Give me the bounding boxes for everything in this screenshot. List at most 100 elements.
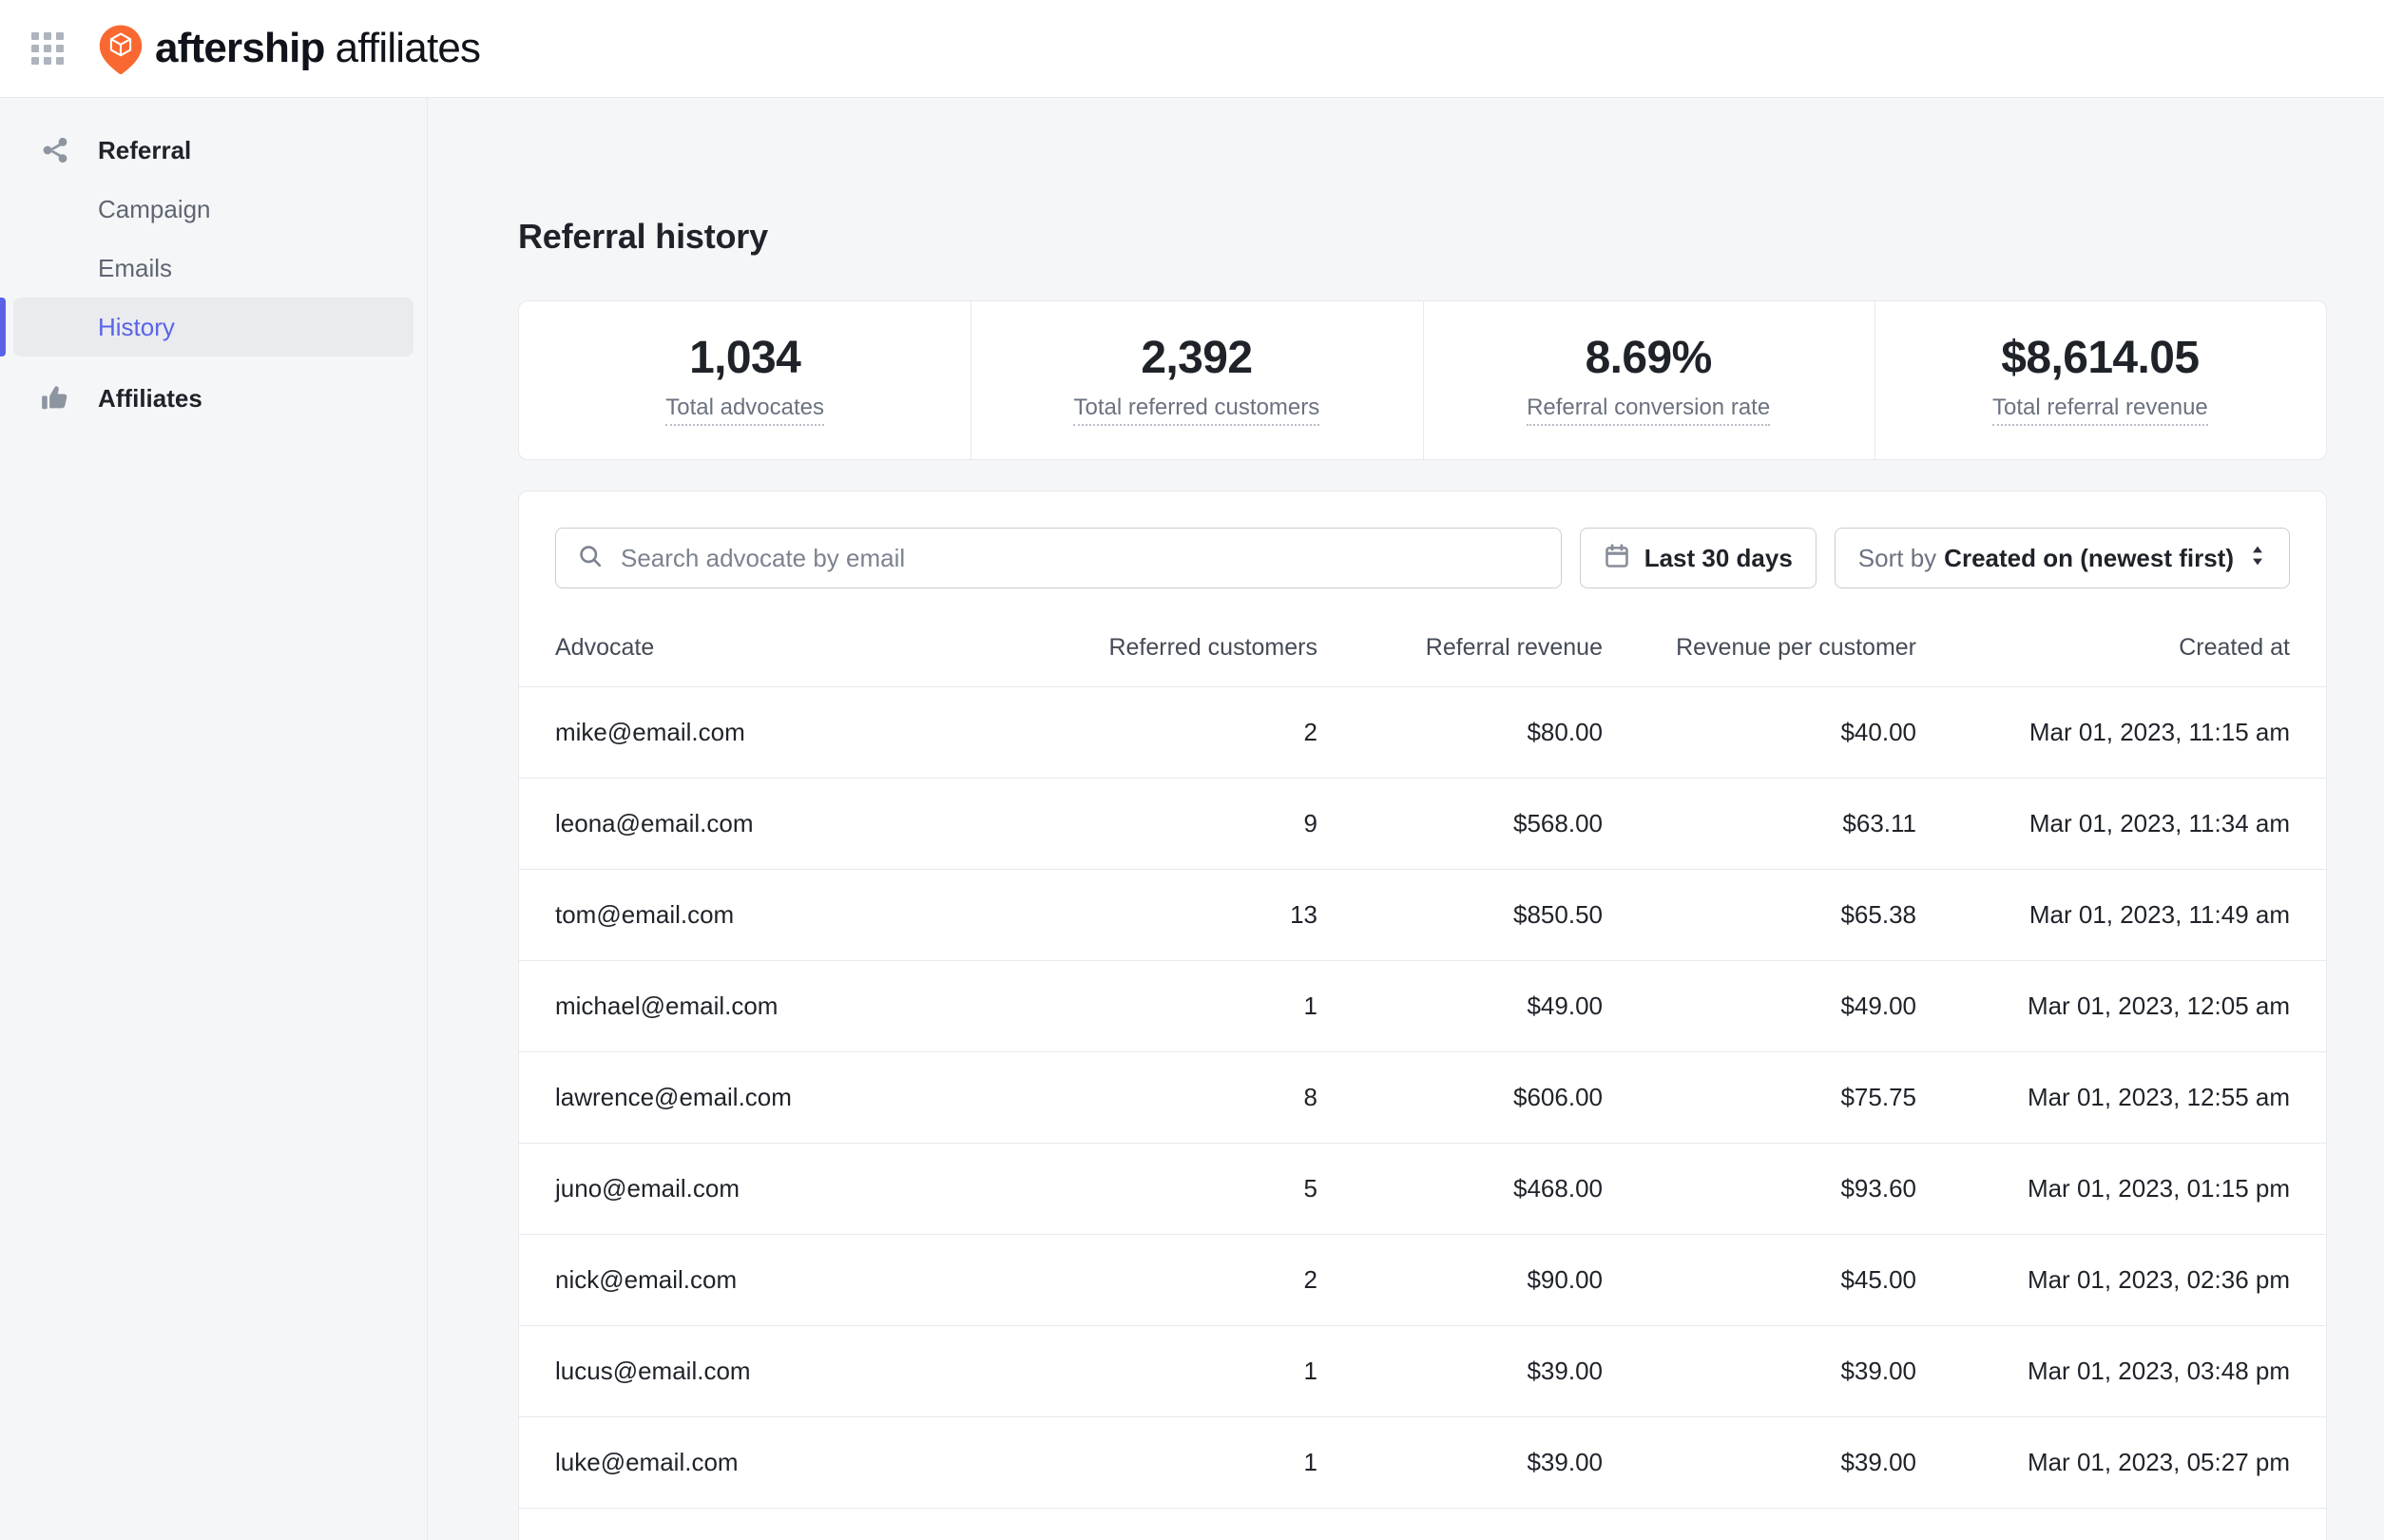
- cell-advocate: leona@email.com: [519, 778, 966, 870]
- cell-referral-revenue: $39.00: [1317, 1325, 1603, 1417]
- cell-advocate: luke@email.com: [519, 1416, 966, 1509]
- stat-card-referral-conversion-rate: 8.69% Referral conversion rate: [1422, 301, 1875, 459]
- table-body: mike@email.com 2 $80.00 $40.00 Mar 01, 2023,…: [519, 686, 2326, 1540]
- stat-value: $8,614.05: [2001, 332, 2200, 383]
- cell-revenue-per-customer: $49.00: [1603, 960, 1916, 1052]
- cell-referred-customers: 2: [966, 1508, 1317, 1540]
- page-title: Referral history: [518, 217, 768, 256]
- cell-referred-customers: 8: [966, 1051, 1317, 1144]
- cell-revenue-per-customer: $39.00: [1603, 1325, 1916, 1417]
- cell-referred-customers: 9: [966, 778, 1317, 870]
- cell-revenue-per-customer: $40.00: [1603, 686, 1916, 779]
- referral-history-panel: Last 30 days Sort by Created on (newest …: [518, 491, 2327, 1540]
- cell-created-at: Mar 01, 2023, 03:48 pm: [1916, 1325, 2326, 1417]
- sidebar-item-affiliates[interactable]: Affiliates: [13, 369, 413, 428]
- table-row[interactable]: nick@email.com 2 $90.00 $45.00 Mar 01, 2023,…: [519, 1234, 2326, 1326]
- brand-logo[interactable]: aftership affiliates: [99, 25, 481, 75]
- cell-advocate: alex@email.com: [519, 1508, 966, 1540]
- sort-by-dropdown[interactable]: Sort by Created on (newest first): [1834, 528, 2290, 588]
- table-head: Advocate Referred customers Referral rev…: [519, 619, 2326, 687]
- search-icon: [577, 543, 604, 574]
- table-toolbar: Last 30 days Sort by Created on (newest …: [519, 491, 2326, 588]
- stat-label[interactable]: Total advocates: [665, 395, 825, 427]
- chevron-up-down-icon: [2249, 543, 2266, 573]
- cell-created-at: Mar 01, 2023, 11:34 am: [1916, 778, 2326, 870]
- table-row[interactable]: luke@email.com 1 $39.00 $39.00 Mar 01, 2023,…: [519, 1416, 2326, 1509]
- stat-label[interactable]: Total referral revenue: [1991, 395, 2208, 427]
- search-advocate-field[interactable]: [555, 528, 1562, 588]
- cell-referred-customers: 2: [966, 686, 1317, 779]
- brand-name-bold: aftership: [155, 25, 325, 71]
- sidebar-item-label: Campaign: [98, 194, 211, 223]
- stat-label[interactable]: Referral conversion rate: [1527, 395, 1771, 427]
- share-icon: [38, 133, 72, 167]
- column-header-revenue-per-customer: Revenue per customer: [1676, 634, 1916, 661]
- sidebar-item-history[interactable]: History: [0, 298, 413, 356]
- sort-selected-value: Created on (newest first): [1944, 543, 2234, 572]
- sidebar-divider-space: [0, 356, 427, 369]
- cell-referral-revenue: $39.00: [1317, 1416, 1603, 1509]
- cell-created-at: Mar 01, 2023, 07:48 pm: [1916, 1508, 2326, 1540]
- cell-referred-customers: 13: [966, 869, 1317, 961]
- cell-referred-customers: 1: [966, 960, 1317, 1052]
- cell-created-at: Mar 01, 2023, 01:15 pm: [1916, 1143, 2326, 1235]
- summary-stats: 1,034 Total advocates 2,392 Total referr…: [518, 300, 2327, 460]
- stat-card-total-advocates: 1,034 Total advocates: [519, 301, 971, 459]
- cell-advocate: tom@email.com: [519, 869, 966, 961]
- column-header-advocate: Advocate: [555, 634, 655, 661]
- cell-advocate: lawrence@email.com: [519, 1051, 966, 1144]
- calendar-icon: [1604, 543, 1630, 574]
- table-row[interactable]: alex@email.com2$100.00$50.00Mar 01, 2023…: [519, 1508, 2326, 1540]
- cell-revenue-per-customer: $93.60: [1603, 1143, 1916, 1235]
- sort-prefix-label: Sort by: [1857, 543, 1937, 572]
- cell-advocate: nick@email.com: [519, 1234, 966, 1326]
- search-input[interactable]: [621, 543, 1540, 573]
- stat-value: 2,392: [1141, 332, 1253, 383]
- cell-created-at: Mar 01, 2023, 11:49 am: [1916, 869, 2326, 961]
- table-row[interactable]: juno@email.com 5 $468.00 $93.60 Mar 01, 2023…: [519, 1143, 2326, 1235]
- sidebar-item-label: History: [98, 312, 175, 341]
- stat-label[interactable]: Total referred customers: [1073, 395, 1320, 427]
- table-row[interactable]: leona@email.com 9 $568.00 $63.11 Mar 01, 202…: [519, 778, 2326, 870]
- sidebar-item-campaign[interactable]: Campaign: [13, 180, 413, 239]
- app-shell: Referral Campaign Emails History Affilia…: [0, 98, 2384, 1540]
- stat-card-total-referred-customers: 2,392 Total referred customers: [971, 301, 1422, 459]
- cell-advocate: michael@email.com: [519, 960, 966, 1052]
- table-row[interactable]: lucus@email.com 1 $39.00 $39.00 Mar 01, 2023…: [519, 1325, 2326, 1417]
- brand-text: aftership affiliates: [155, 25, 481, 71]
- top-bar: aftership affiliates: [0, 0, 2384, 98]
- sidebar-item-label: Referral: [98, 135, 192, 164]
- table-row[interactable]: tom@email.com 13 $850.50 $65.38 Mar 01, 2023…: [519, 869, 2326, 961]
- date-range-label: Last 30 days: [1644, 543, 1793, 572]
- cell-referral-revenue: $80.00: [1317, 686, 1603, 779]
- cell-created-at: Mar 01, 2023, 12:55 am: [1916, 1051, 2326, 1144]
- cell-referral-revenue: $568.00: [1317, 778, 1603, 870]
- table-row[interactable]: mike@email.com 2 $80.00 $40.00 Mar 01, 2023,…: [519, 686, 2326, 779]
- cell-referred-customers: 2: [966, 1234, 1317, 1326]
- sidebar-item-emails[interactable]: Emails: [13, 239, 413, 298]
- date-range-filter-button[interactable]: Last 30 days: [1579, 528, 1817, 588]
- table-row[interactable]: michael@email.com 1 $49.00 $49.00 Mar 01, 20…: [519, 960, 2326, 1052]
- cell-created-at: Mar 01, 2023, 11:15 am: [1916, 686, 2326, 779]
- table-row[interactable]: lawrence@email.com 8 $606.00 $75.75 Mar 01, …: [519, 1051, 2326, 1144]
- cell-referred-customers: 1: [966, 1325, 1317, 1417]
- cell-referred-customers: 5: [966, 1143, 1317, 1235]
- cell-referral-revenue: $606.00: [1317, 1051, 1603, 1144]
- cell-revenue-per-customer: $75.75: [1603, 1051, 1916, 1144]
- cell-revenue-per-customer: $45.00: [1603, 1234, 1916, 1326]
- main-content: Referral history 1,034 Total advocates 2…: [428, 98, 2384, 1540]
- column-header-referral-revenue: Referral revenue: [1425, 634, 1603, 661]
- stat-value: 1,034: [689, 332, 801, 383]
- stat-card-total-referral-revenue: $8,614.05 Total referral revenue: [1874, 301, 2326, 459]
- cell-revenue-per-customer: $63.11: [1603, 778, 1916, 870]
- cell-advocate: mike@email.com: [519, 686, 966, 779]
- cell-advocate: juno@email.com: [519, 1143, 966, 1235]
- cell-created-at: Mar 01, 2023, 12:05 am: [1916, 960, 2326, 1052]
- cell-created-at: Mar 01, 2023, 02:36 pm: [1916, 1234, 2326, 1326]
- sidebar-item-label: Affiliates: [98, 383, 202, 413]
- cell-referral-revenue: $468.00: [1317, 1143, 1603, 1235]
- column-header-created-at: Created at: [2179, 634, 2290, 661]
- aftership-pin-logo: [99, 25, 143, 75]
- grid-apps-icon[interactable]: [31, 32, 64, 65]
- sidebar-item-referral[interactable]: Referral: [13, 121, 413, 180]
